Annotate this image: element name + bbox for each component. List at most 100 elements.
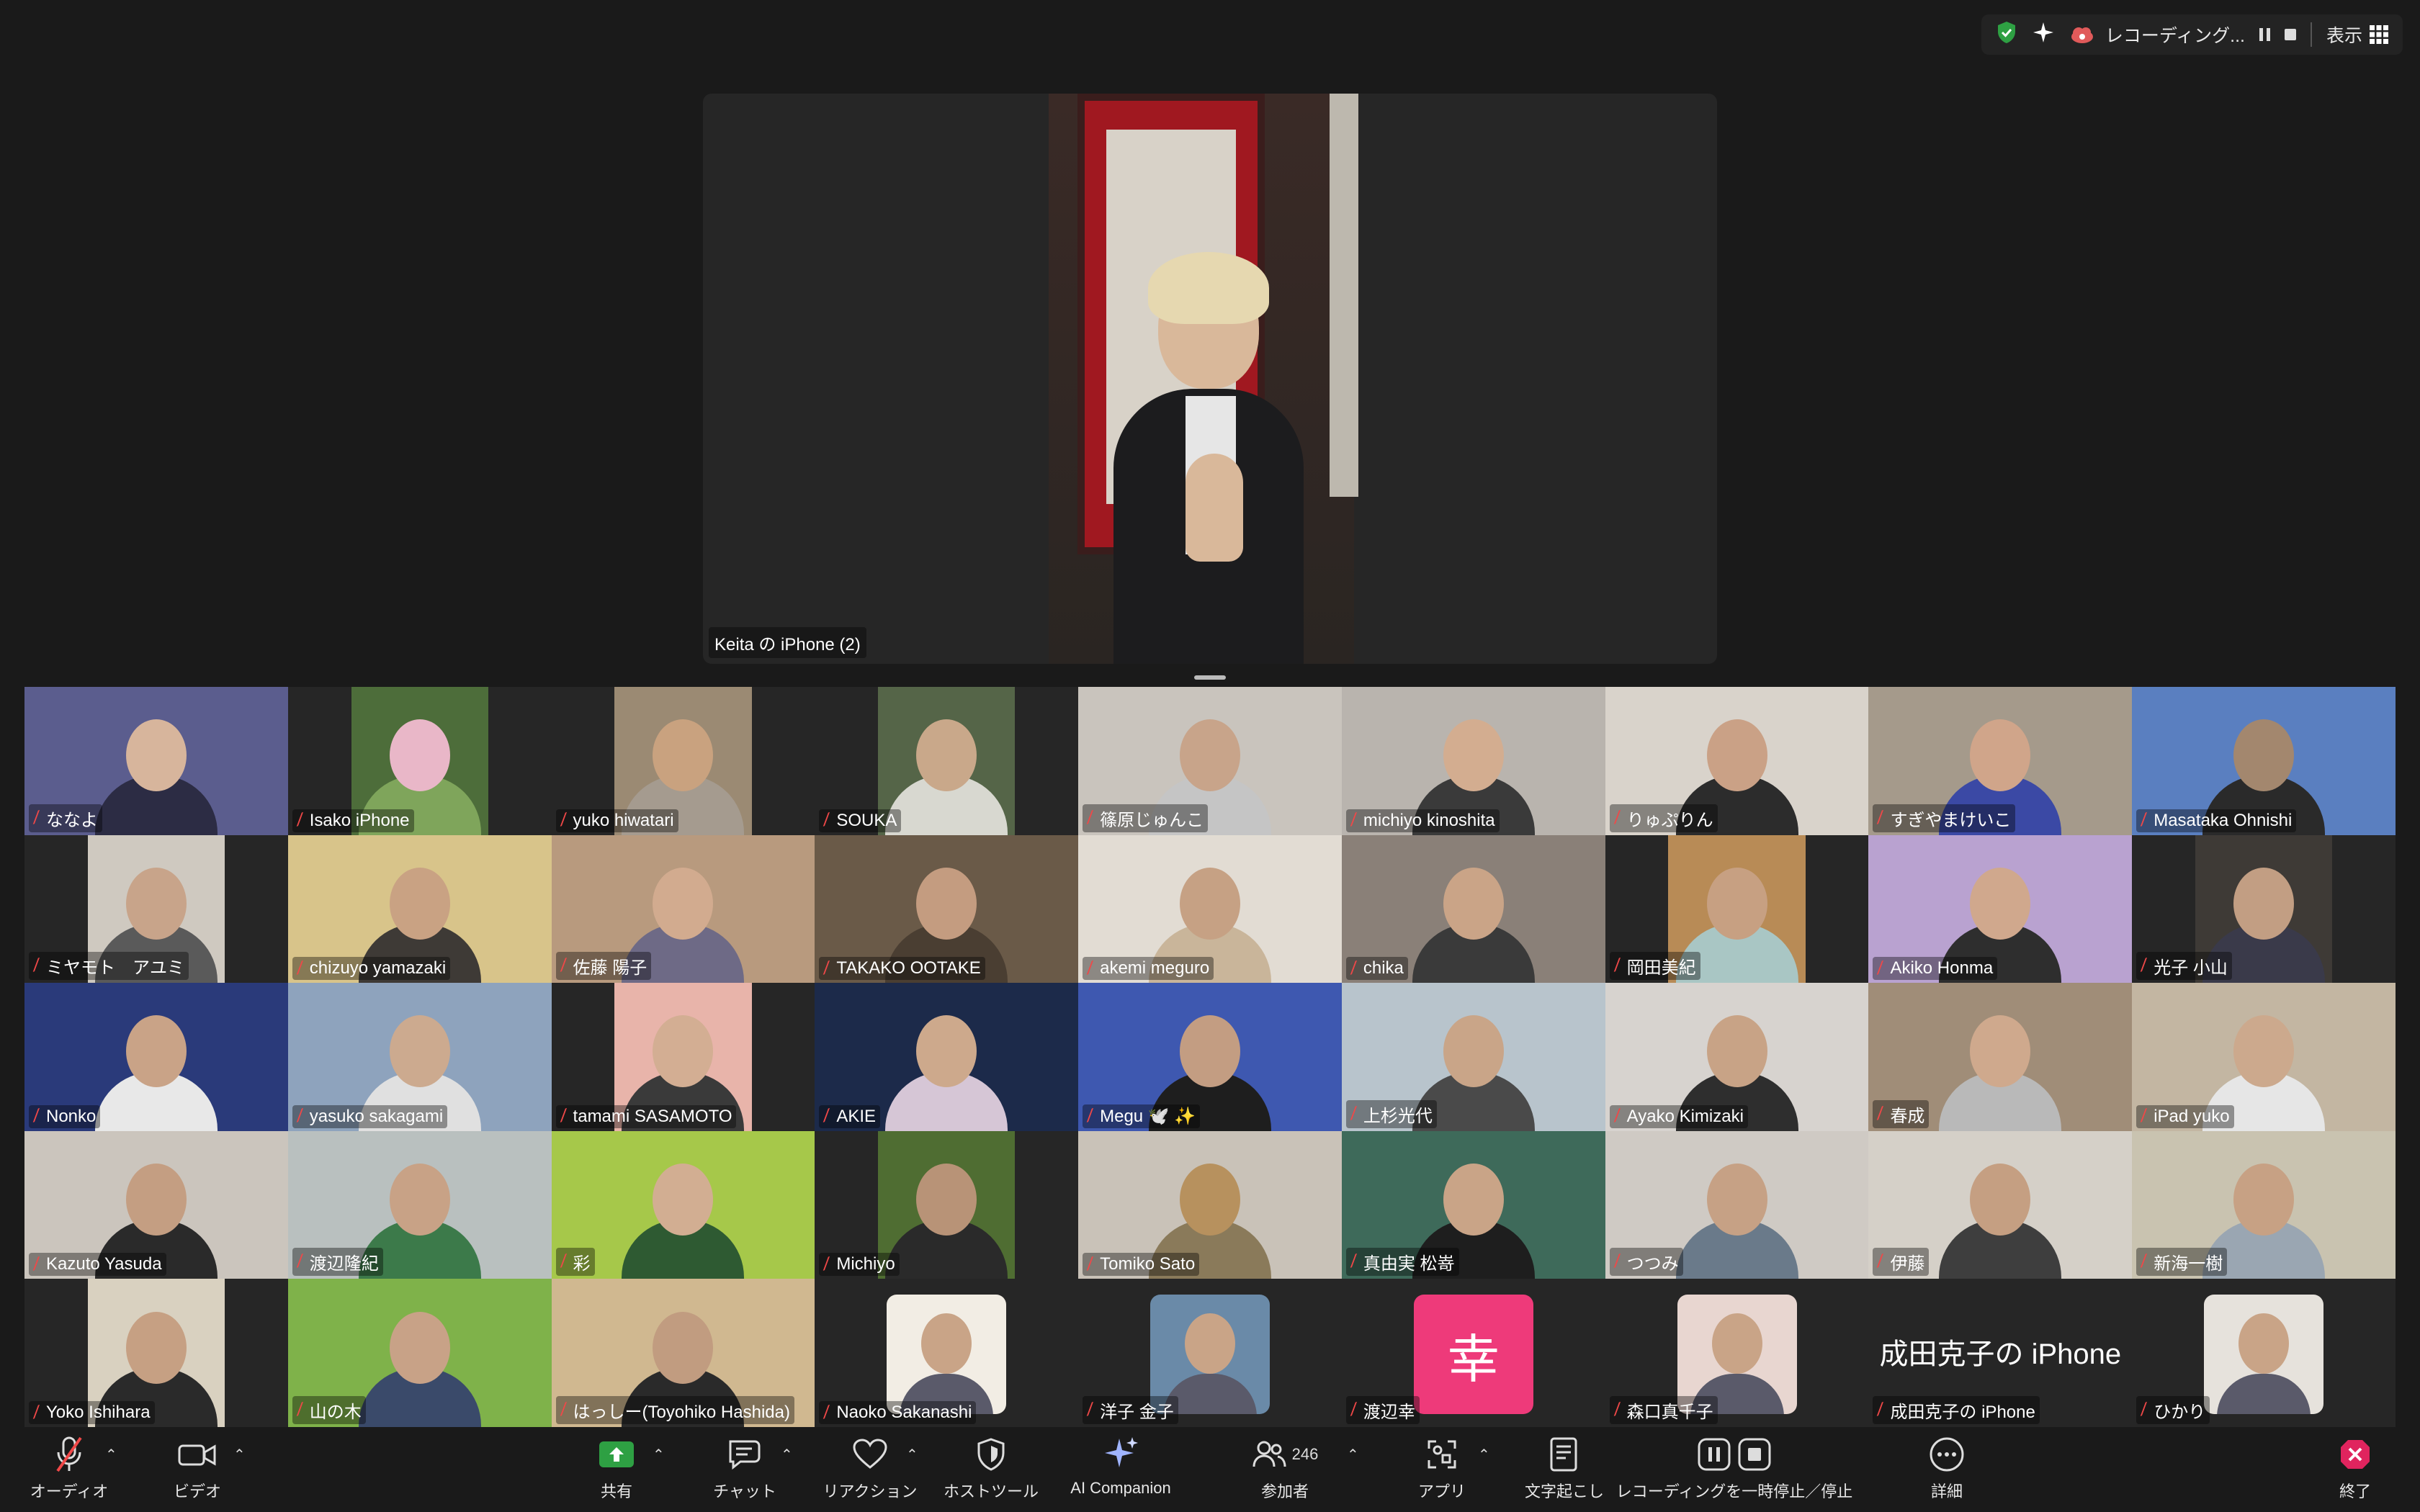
participant-name-label: ⟋ chika	[1345, 957, 1408, 981]
participant-tile[interactable]: ⟋ Michiyo	[815, 1130, 1079, 1279]
encryption-shield-icon[interactable]	[1996, 20, 2017, 50]
participant-face	[653, 867, 714, 940]
participant-name-label: ⟋ Megu 🕊️ ✨	[1083, 1104, 1201, 1128]
participant-tile[interactable]: ⟋ 篠原じゅんこ	[1078, 687, 1342, 835]
participant-tile[interactable]: ⟋ chizuyo yamazaki	[287, 834, 552, 984]
participant-tile[interactable]: ⟋ 佐藤 陽子	[551, 834, 815, 984]
end-label: 終了	[2339, 1482, 2371, 1500]
share-button[interactable]: ⌃ 共有	[544, 1431, 689, 1502]
participant-tile[interactable]: ⟋ りゅぷりん	[1605, 687, 1869, 835]
participant-name: ひかり	[2154, 1403, 2206, 1422]
participant-name: ななよ	[46, 810, 98, 830]
participant-tile[interactable]: ⟋ ミヤモト アユミ	[24, 834, 288, 984]
muted-mic-icon: ⟋	[1083, 1107, 1098, 1125]
participant-tile[interactable]: ⟋ tamami SASAMOTO	[551, 983, 815, 1131]
participant-tile[interactable]: ⟋ つつみ	[1605, 1130, 1869, 1279]
view-button[interactable]: 表示	[2326, 22, 2388, 48]
chevron-up-icon[interactable]: ⌃	[781, 1446, 793, 1464]
participant-tile[interactable]: ⟋ 春成	[1868, 983, 2133, 1131]
participant-tile[interactable]: ⟋ ななよ	[24, 687, 288, 835]
chevron-up-icon[interactable]: ⌃	[653, 1446, 665, 1464]
recording-control-label: レコーディングを一時停止／停止	[1615, 1482, 1853, 1500]
speaker-video-feed	[1049, 94, 1358, 664]
participant-tile[interactable]: ⟋ 新海一樹	[2132, 1130, 2396, 1279]
participant-face	[1970, 719, 2031, 792]
participant-tile[interactable]: ⟋ 光子 小山	[2132, 834, 2396, 984]
participant-tile[interactable]: ⟋ chika	[1341, 834, 1605, 984]
participant-name: つつみ	[1626, 1254, 1679, 1274]
participant-tile[interactable]: ⟋ michiyo kinoshita	[1341, 687, 1605, 835]
participant-tile[interactable]: ⟋ はっしー(Toyohiko Hashida)	[551, 1279, 815, 1427]
participant-tile[interactable]: ⟋ 岡田美紀	[1605, 834, 1869, 984]
recording-indicator[interactable]: レコーディング...	[2069, 22, 2245, 48]
video-button[interactable]: ⌃ ビデオ	[125, 1431, 269, 1502]
muted-mic-icon: ⟋	[1610, 956, 1625, 975]
participant-tile[interactable]: ⟋ yuko hiwatari	[551, 687, 815, 835]
participant-tile[interactable]: ⟋ 真由実 松嵜	[1341, 1130, 1605, 1279]
muted-mic-icon: ⟋	[1873, 1400, 1888, 1419]
participant-tile[interactable]: ⟋ yasuko sakagami	[287, 983, 552, 1131]
participant-tile[interactable]: ⟋ Isako iPhone	[287, 687, 552, 835]
participant-tile[interactable]: ⟋ Megu 🕊️ ✨	[1078, 983, 1342, 1131]
participant-tile[interactable]: ⟋ Kazuto Yasuda	[24, 1130, 288, 1279]
active-speaker-video[interactable]: Keita の iPhone (2)	[703, 94, 1717, 664]
ai-companion-button[interactable]: AI Companion	[1049, 1431, 1193, 1498]
participant-tile[interactable]: 幸 ⟋ 渡辺幸	[1341, 1279, 1605, 1427]
participant-tile[interactable]: ⟋ 山の木	[287, 1279, 552, 1427]
participant-face	[1970, 1164, 2031, 1236]
muted-mic-icon: ⟋	[1873, 808, 1888, 827]
ai-sparkle-icon[interactable]	[2032, 21, 2055, 49]
recording-control-button[interactable]: レコーディングを一時停止／停止	[1605, 1431, 1864, 1502]
participant-tile[interactable]: ⟋ 森口真千子	[1605, 1279, 1869, 1427]
participant-tile[interactable]: ⟋ 彩	[551, 1130, 815, 1279]
pause-icon	[1698, 1438, 1731, 1471]
participant-tile[interactable]: ⟋ TAKAKO OOTAKE	[815, 834, 1079, 984]
chevron-up-icon[interactable]: ⌃	[1347, 1446, 1359, 1464]
participant-face	[653, 1311, 714, 1384]
participant-name: 山の木	[309, 1403, 362, 1422]
pause-recording-icon[interactable]	[2259, 28, 2270, 41]
participant-face	[1970, 867, 2031, 940]
participant-name-label: ⟋ Isako iPhone	[292, 809, 414, 832]
participant-name: Akiko Honma	[1890, 958, 1994, 978]
participant-tile[interactable]: ⟋ 伊藤	[1868, 1130, 2133, 1279]
participant-name-label: ⟋ Ayako Kimizaki	[1609, 1104, 1748, 1128]
host-tools-button[interactable]: ホストツール	[919, 1431, 1063, 1502]
participant-face	[916, 719, 977, 792]
chat-button[interactable]: ⌃ チャット	[673, 1431, 817, 1502]
chevron-up-icon[interactable]: ⌃	[906, 1446, 918, 1464]
participant-tile[interactable]: ⟋ akemi meguro	[1078, 834, 1342, 984]
chevron-up-icon[interactable]: ⌃	[233, 1446, 246, 1464]
muted-mic-icon: ⟋	[1873, 958, 1888, 978]
participant-tile[interactable]: ⟋ 上杉光代	[1341, 983, 1605, 1131]
participant-tile[interactable]: ⟋ すぎやまけいこ	[1868, 687, 2133, 835]
end-meeting-button[interactable]: 終了	[2283, 1431, 2420, 1502]
participant-tile[interactable]: ⟋ ひかり	[2132, 1279, 2396, 1427]
participant-tile[interactable]: ⟋ SOUKA	[815, 687, 1079, 835]
participant-name: Michiyo	[836, 1254, 895, 1274]
audio-button[interactable]: ⌃ オーディオ	[0, 1431, 141, 1502]
muted-mic-icon: ⟋	[292, 811, 308, 829]
participant-name-label: ⟋ 春成	[1873, 1099, 1930, 1128]
participant-tile[interactable]: 成田克子の iPhone ⟋ 成田克子の iPhone	[1868, 1279, 2133, 1427]
more-button[interactable]: 詳細	[1875, 1431, 2019, 1502]
participant-tile[interactable]: ⟋ Masataka Ohnishi	[2132, 687, 2396, 835]
participant-name: 彩	[573, 1254, 591, 1274]
participant-tile[interactable]: ⟋ iPad yuko	[2132, 983, 2396, 1131]
participant-tile[interactable]: ⟋ AKIE	[815, 983, 1079, 1131]
chevron-up-icon[interactable]: ⌃	[1478, 1446, 1490, 1464]
participant-tile[interactable]: ⟋ Ayako Kimizaki	[1605, 983, 1869, 1131]
participants-button[interactable]: 246 ⌃ 参加者	[1213, 1431, 1359, 1502]
resize-handle[interactable]	[1194, 675, 1226, 680]
participant-tile[interactable]: ⟋ 洋子 金子	[1078, 1279, 1342, 1427]
participant-tile[interactable]: ⟋ Yoko Ishihara	[24, 1279, 288, 1427]
stop-recording-icon[interactable]	[2284, 29, 2296, 40]
chevron-up-icon[interactable]: ⌃	[105, 1446, 117, 1464]
participant-tile[interactable]: ⟋ Tomiko Sato	[1078, 1130, 1342, 1279]
participant-tile[interactable]: ⟋ 渡辺隆紀	[287, 1130, 552, 1279]
participant-name-label: ⟋ りゅぷりん	[1609, 804, 1718, 832]
participant-tile[interactable]: ⟋ Naoko Sakanashi	[815, 1279, 1079, 1427]
participant-tile[interactable]: ⟋ Akiko Honma	[1868, 834, 2133, 984]
participant-tile[interactable]: ⟋ Nonko	[24, 983, 288, 1131]
participant-face	[1706, 1164, 1767, 1236]
